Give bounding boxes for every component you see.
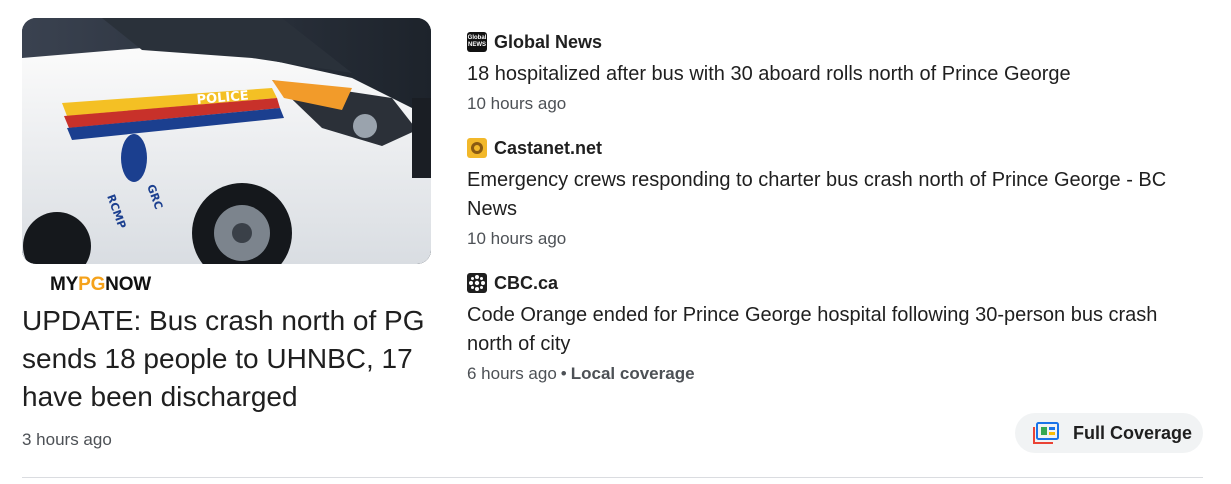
story-source: Castanet.net	[467, 136, 1207, 160]
full-coverage-icon	[1033, 422, 1059, 444]
separator-dot: •	[560, 364, 567, 383]
story-timestamp: 10 hours ago	[467, 94, 567, 113]
story-timestamp: 6 hours ago	[467, 364, 557, 383]
source-name: CBC.ca	[494, 272, 559, 293]
source-name: Global News	[494, 31, 603, 52]
story-source: Global NEWS Global News	[467, 30, 1207, 54]
divider	[22, 477, 1203, 478]
story-meta: 10 hours ago	[467, 94, 1207, 118]
global-news-icon: Global NEWS	[467, 32, 487, 52]
source-name: Castanet.net	[494, 137, 603, 158]
cbc-icon	[467, 273, 487, 293]
related-stories: Global NEWS Global News 18 hospitalized a…	[467, 30, 1207, 406]
featured-story[interactable]: POLICE RCMP GRC MYPGNOW UPDATE: Bus cras…	[22, 18, 432, 450]
story-item[interactable]: CBC.ca Code Orange ended for Prince Geor…	[467, 271, 1207, 388]
story-item[interactable]: Global NEWS Global News 18 hospitalized a…	[467, 30, 1207, 118]
castanet-icon	[467, 138, 487, 158]
full-coverage-label: Full Coverage	[1073, 422, 1193, 443]
full-coverage-button[interactable]: Full Coverage	[1015, 413, 1203, 453]
story-headline[interactable]: Code Orange ended for Prince George hosp…	[467, 301, 1207, 359]
police-car-image: POLICE RCMP GRC	[22, 18, 431, 264]
mypgnow-logo: MYPGNOW	[50, 274, 152, 295]
story-meta: 10 hours ago	[467, 229, 1207, 253]
story-meta: 6 hours ago • Local coverage	[467, 364, 1207, 388]
news-cluster-card: POLICE RCMP GRC MYPGNOW UPDATE: Bus cras…	[0, 0, 1231, 484]
story-timestamp: 10 hours ago	[467, 229, 567, 248]
story-headline[interactable]: Emergency crews responding to charter bu…	[467, 166, 1207, 224]
story-source: CBC.ca	[467, 271, 1207, 295]
featured-thumbnail[interactable]: POLICE RCMP GRC	[22, 18, 431, 264]
story-item[interactable]: Castanet.net Emergency crews responding …	[467, 136, 1207, 253]
local-coverage-tag: Local coverage	[570, 364, 695, 383]
featured-timestamp: 3 hours ago	[22, 430, 112, 449]
story-headline[interactable]: 18 hospitalized after bus with 30 aboard…	[467, 60, 1207, 89]
featured-headline[interactable]: UPDATE: Bus crash north of PG sends 18 p…	[22, 302, 432, 416]
